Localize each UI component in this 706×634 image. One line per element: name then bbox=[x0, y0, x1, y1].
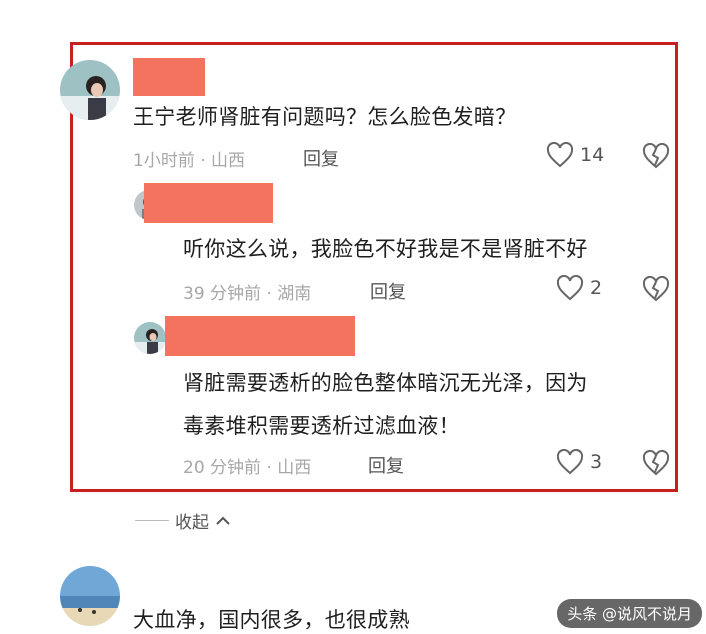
watermark: 头条 @说风不说月 bbox=[557, 599, 702, 628]
redacted-username bbox=[165, 316, 355, 356]
like-count: 14 bbox=[580, 144, 605, 166]
broken-heart-icon bbox=[642, 450, 670, 476]
dislike-button[interactable] bbox=[642, 143, 670, 169]
broken-heart-icon bbox=[642, 276, 670, 302]
divider bbox=[135, 520, 169, 521]
avatar[interactable] bbox=[134, 322, 166, 354]
comment-text-line: 肾脏需要透析的脸色整体暗沉无光泽，因为 bbox=[183, 371, 588, 395]
redacted-username bbox=[133, 58, 205, 96]
like-button[interactable]: 14 bbox=[546, 142, 604, 168]
comment-text: 听你这么说，我脸色不好我是不是肾脏不好 bbox=[183, 237, 588, 261]
comment-text: 大血净，国内很多，也很成熟 bbox=[133, 608, 410, 632]
dislike-button[interactable] bbox=[642, 450, 670, 476]
chevron-up-icon bbox=[215, 511, 231, 531]
comment-meta: 20 分钟前 · 山西 bbox=[183, 458, 312, 478]
comment-meta: 39 分钟前 · 湖南 bbox=[183, 284, 312, 304]
reply-button[interactable]: 回复 bbox=[368, 452, 404, 478]
like-count: 3 bbox=[590, 451, 603, 473]
comment-meta: 1小时前 · 山西 bbox=[133, 151, 246, 171]
reply-button[interactable]: 回复 bbox=[303, 145, 339, 171]
heart-icon bbox=[546, 142, 574, 168]
collapse-label: 收起 bbox=[175, 513, 209, 533]
comment-text: 王宁老师肾脏有问题吗？怎么脸色发暗？ bbox=[133, 105, 517, 129]
reply-button[interactable]: 回复 bbox=[370, 278, 406, 304]
like-button[interactable]: 2 bbox=[556, 275, 602, 301]
broken-heart-icon bbox=[642, 143, 670, 169]
collapse-replies-button[interactable]: 收起 bbox=[135, 508, 231, 533]
like-button[interactable]: 3 bbox=[556, 449, 602, 475]
like-count: 2 bbox=[590, 277, 603, 299]
comment-text-line: 毒素堆积需要透析过滤血液！ bbox=[183, 414, 460, 438]
heart-icon bbox=[556, 275, 584, 301]
dislike-button[interactable] bbox=[642, 276, 670, 302]
avatar[interactable] bbox=[60, 60, 120, 120]
heart-icon bbox=[556, 449, 584, 475]
avatar[interactable] bbox=[60, 566, 120, 626]
redacted-username bbox=[144, 183, 273, 223]
